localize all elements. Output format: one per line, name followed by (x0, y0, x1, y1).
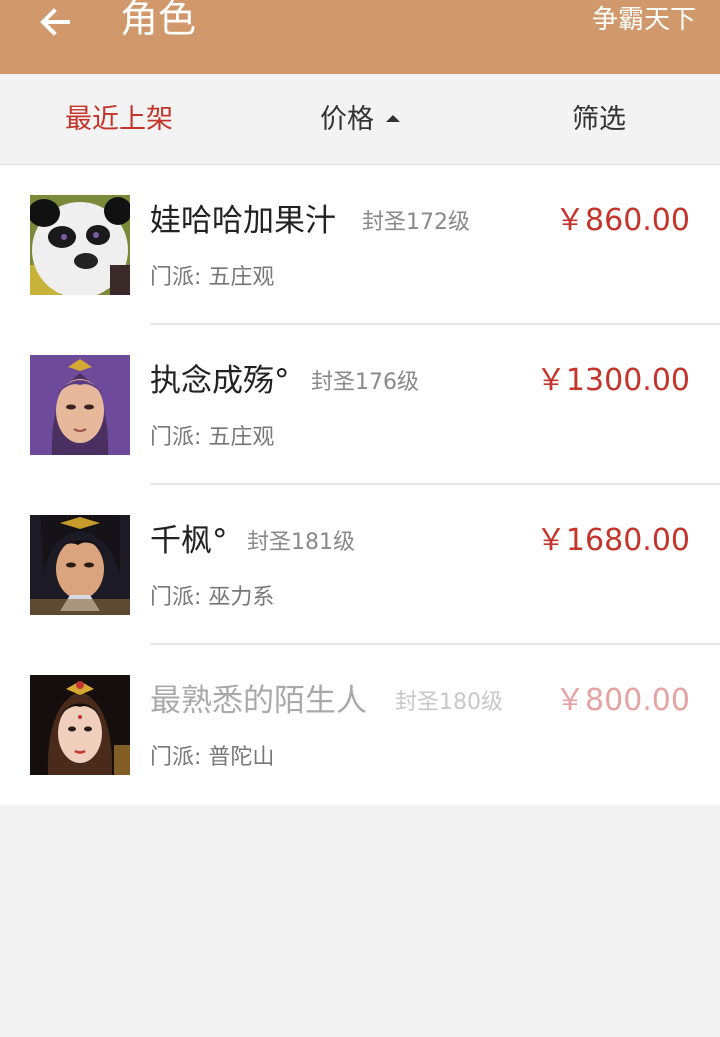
character-row[interactable]: 执念成殇° 封圣176级 ￥1300.00 门派: 五庄观 (0, 325, 720, 485)
dark-haired-warrior-portrait (30, 515, 130, 615)
character-level: 封圣176级 (311, 370, 419, 395)
character-level: 封圣180级 (395, 690, 503, 715)
female-portrait (30, 675, 130, 775)
character-name: 娃哈哈加果汁 (150, 203, 336, 239)
character-sect: 门派: 五庄观 (150, 425, 275, 450)
app-header: 角色 争霸天下 (0, 0, 720, 74)
page-title: 角色 (120, 0, 197, 41)
character-price: ￥1680.00 (535, 523, 690, 558)
character-price: ￥860.00 (555, 203, 690, 238)
character-name: 执念成殇° (150, 363, 290, 399)
character-sect: 门派: 五庄观 (150, 265, 275, 290)
purple-haired-warrior-portrait (30, 355, 130, 455)
character-row[interactable]: 娃哈哈加果汁 封圣172级 ￥860.00 门派: 五庄观 (0, 165, 720, 325)
character-list: 娃哈哈加果汁 封圣172级 ￥860.00 门派: 五庄观 执念成殇° 封圣17… (0, 165, 720, 805)
character-level: 封圣181级 (247, 530, 355, 555)
server-name[interactable]: 争霸天下 (592, 2, 696, 38)
character-row[interactable]: 最熟悉的陌生人 封圣180级 ￥800.00 门派: 普陀山 (0, 645, 720, 805)
character-price: ￥1300.00 (535, 363, 690, 398)
back-button[interactable] (36, 2, 76, 42)
sort-bar: 最近上架 价格 筛选 (0, 74, 720, 165)
sort-tab-recent[interactable]: 最近上架 (65, 74, 173, 165)
back-arrow-icon (40, 8, 70, 36)
character-name: 千枫° (150, 523, 228, 559)
character-sect: 门派: 巫力系 (150, 585, 275, 610)
character-row[interactable]: 千枫° 封圣181级 ￥1680.00 门派: 巫力系 (0, 485, 720, 645)
caret-up-icon (386, 115, 400, 122)
sort-tab-price[interactable]: 价格 (320, 74, 400, 165)
sort-tab-price-label: 价格 (320, 104, 374, 135)
character-sect: 门派: 普陀山 (150, 745, 275, 770)
panda-portrait (30, 195, 130, 295)
character-price: ￥800.00 (555, 683, 690, 718)
character-level: 封圣172级 (362, 210, 470, 235)
filter-button[interactable]: 筛选 (572, 74, 626, 165)
character-name: 最熟悉的陌生人 (150, 683, 367, 719)
